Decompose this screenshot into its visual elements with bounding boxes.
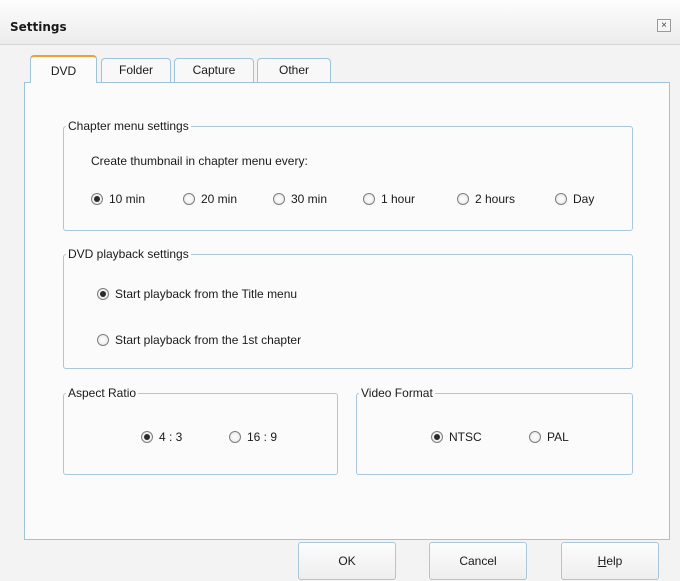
chapter-menu-group: Chapter menu settings	[63, 119, 633, 231]
window-title: Settings	[10, 20, 67, 34]
radio-label: PAL	[547, 430, 569, 444]
radio-indicator	[273, 193, 285, 205]
playback-legend: DVD playback settings	[68, 247, 189, 261]
radio-2-hours[interactable]: 2 hours	[457, 192, 515, 206]
radio-30-min[interactable]: 30 min	[273, 192, 327, 206]
radio-label: 10 min	[109, 192, 146, 206]
aspect-ratio-group: Aspect Ratio	[63, 386, 338, 475]
tab-folder[interactable]: Folder	[101, 58, 171, 82]
chapter-menu-legend: Chapter menu settings	[68, 119, 189, 133]
aspect-ratio-legend: Aspect Ratio	[68, 386, 137, 400]
radio-label: 2 hours	[475, 192, 516, 206]
ok-button[interactable]: OK	[298, 542, 396, 580]
radio-indicator	[97, 288, 109, 300]
radio-1-hour[interactable]: 1 hour	[363, 192, 415, 206]
radio-label: Start playback from the Title menu	[115, 287, 298, 301]
radio-ntsc[interactable]: NTSC	[431, 430, 482, 444]
radio-indicator	[141, 431, 153, 443]
help-button[interactable]: Help	[561, 542, 659, 580]
radio-day[interactable]: Day	[555, 192, 594, 206]
radio-label: Start playback from the 1st chapter	[115, 333, 302, 347]
radio-indicator	[431, 431, 443, 443]
help-label-rest: elp	[606, 554, 623, 568]
radio-label: 30 min	[291, 192, 328, 206]
radio-label: 4 : 3	[159, 430, 183, 444]
tab-other[interactable]: Other	[257, 58, 331, 82]
radio-label: Day	[573, 192, 595, 206]
radio-indicator	[91, 193, 103, 205]
radio-10-min[interactable]: 10 min	[91, 192, 145, 206]
radio-indicator	[457, 193, 469, 205]
radio-20-min[interactable]: 20 min	[183, 192, 237, 206]
radio-aspect-4-3[interactable]: 4 : 3	[141, 430, 182, 444]
tab-capture[interactable]: Capture	[174, 58, 254, 82]
radio-indicator	[529, 431, 541, 443]
radio-indicator	[229, 431, 241, 443]
radio-indicator	[97, 334, 109, 346]
chapter-menu-prompt: Create thumbnail in chapter menu every:	[91, 154, 308, 168]
tab-panel-dvd: Chapter menu settings Create thumbnail i…	[24, 82, 670, 540]
radio-pal[interactable]: PAL	[529, 430, 569, 444]
radio-label: 1 hour	[381, 192, 416, 206]
radio-aspect-16-9[interactable]: 16 : 9	[229, 430, 277, 444]
video-format-group: Video Format	[356, 386, 633, 475]
radio-label: 20 min	[201, 192, 238, 206]
radio-label: NTSC	[449, 430, 482, 444]
tab-dvd[interactable]: DVD	[30, 55, 97, 83]
video-format-legend: Video Format	[361, 386, 433, 400]
close-icon[interactable]: ×	[657, 19, 671, 32]
radio-indicator	[363, 193, 375, 205]
title-bar: Settings ×	[0, 0, 680, 45]
radio-indicator	[183, 193, 195, 205]
radio-indicator	[555, 193, 567, 205]
radio-start-title-menu[interactable]: Start playback from the Title menu	[97, 287, 297, 301]
radio-start-first-chapter[interactable]: Start playback from the 1st chapter	[97, 333, 301, 347]
radio-label: 16 : 9	[247, 430, 278, 444]
playback-group: DVD playback settings	[63, 247, 633, 369]
cancel-button[interactable]: Cancel	[429, 542, 527, 580]
